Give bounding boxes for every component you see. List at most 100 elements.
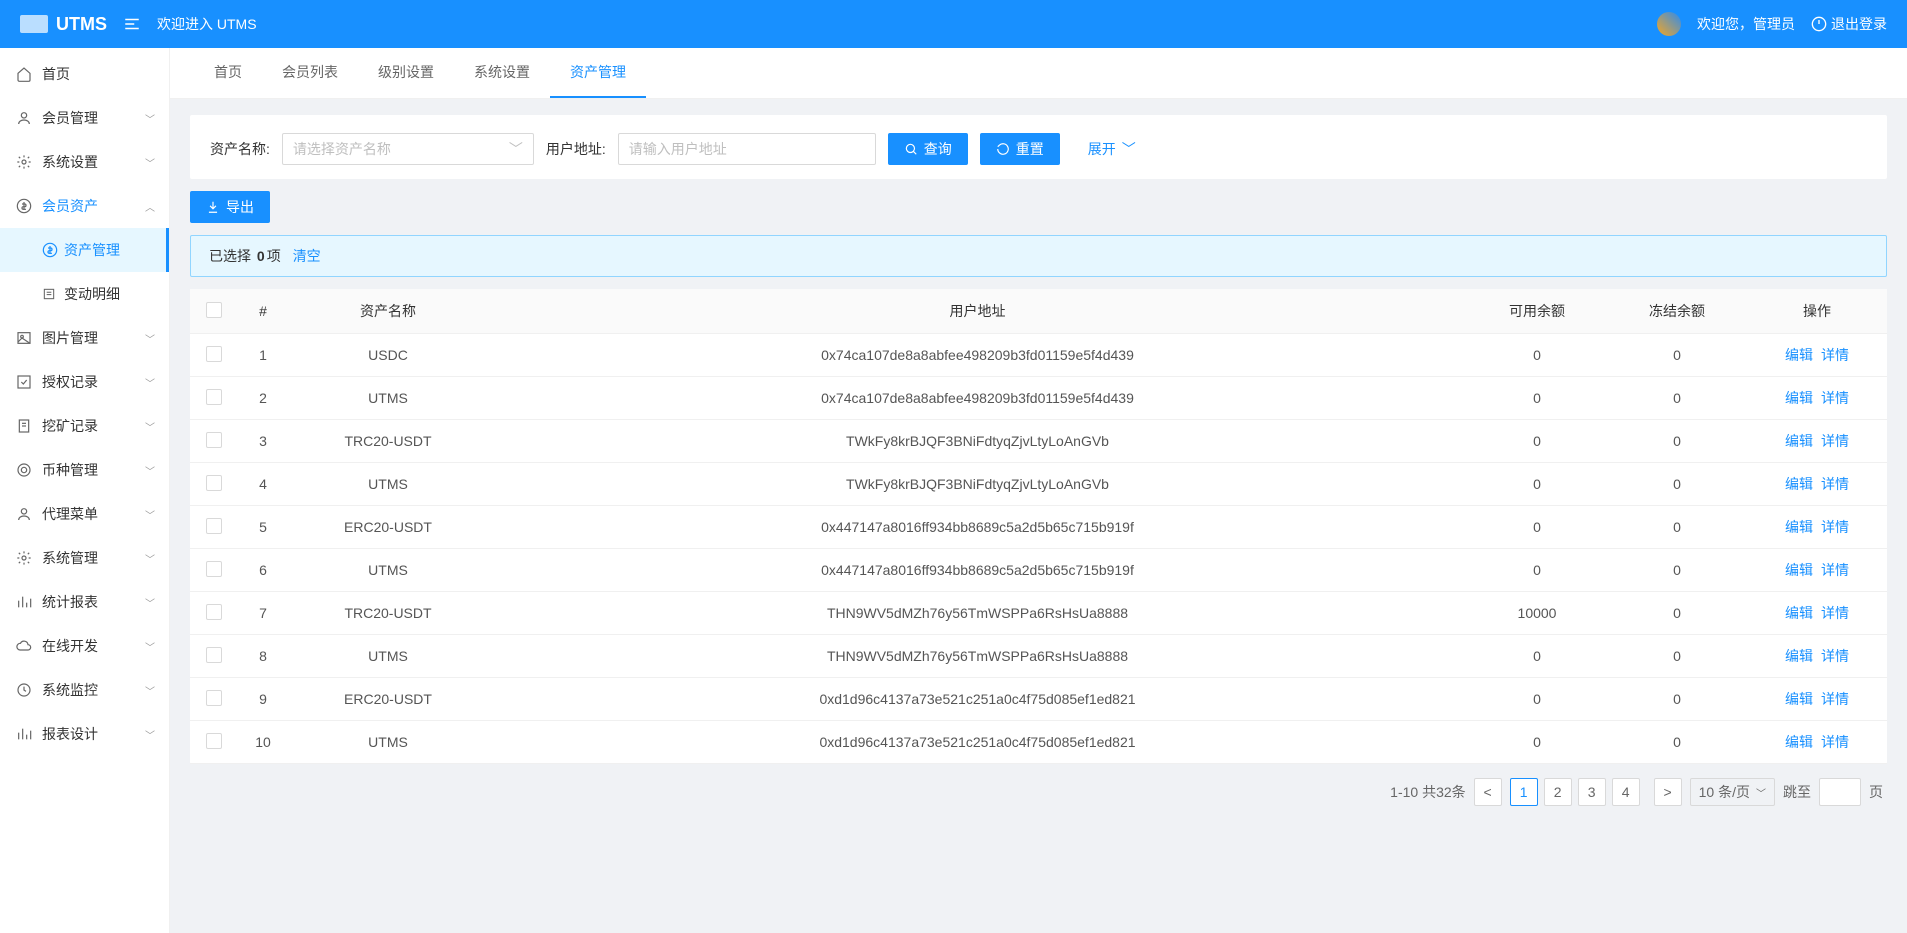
tab-会员列表[interactable]: 会员列表 [262, 48, 358, 98]
jump-page-input[interactable] [1819, 778, 1861, 806]
reset-label: 重置 [1016, 139, 1044, 159]
prev-page-button[interactable]: < [1474, 778, 1502, 806]
sidebar-sublabel: 变动明细 [64, 284, 120, 304]
chevron-down-icon: ﹀ [145, 111, 155, 126]
data-table: #资产名称用户地址可用余额冻结余额操作 1USDC0x74ca107de8a8a… [190, 289, 1887, 764]
row-checkbox[interactable] [206, 690, 222, 706]
user-addr-input[interactable]: 请输入用户地址 [618, 133, 876, 165]
sidebar-label: 统计报表 [42, 592, 98, 612]
clear-selection-button[interactable]: 清空 [293, 246, 321, 266]
logo-icon [20, 15, 48, 33]
export-button[interactable]: 导出 [190, 191, 270, 223]
detail-link[interactable]: 详情 [1821, 605, 1849, 621]
chart-icon [16, 726, 32, 742]
page-2-button[interactable]: 2 [1544, 778, 1572, 806]
detail-link[interactable]: 详情 [1821, 347, 1849, 363]
sidebar-item-授权记录[interactable]: 授权记录﹀ [0, 360, 169, 404]
gear-icon [16, 550, 32, 566]
tab-资产管理[interactable]: 资产管理 [550, 48, 646, 98]
cell-idx: 6 [238, 549, 288, 592]
sidebar-subitem-资产管理[interactable]: 资产管理 [0, 228, 169, 272]
edit-link[interactable]: 编辑 [1785, 734, 1813, 750]
cell-frozen: 0 [1607, 377, 1747, 420]
user-addr-placeholder: 请输入用户地址 [629, 139, 727, 159]
cell-user-addr: 0x447147a8016ff934bb8689c5a2d5b65c715b91… [488, 506, 1467, 549]
tab-首页[interactable]: 首页 [194, 48, 262, 98]
sidebar-item-在线开发[interactable]: 在线开发﹀ [0, 624, 169, 668]
page-4-button[interactable]: 4 [1612, 778, 1640, 806]
row-checkbox[interactable] [206, 346, 222, 362]
sidebar-label: 系统管理 [42, 548, 98, 568]
sidebar-item-会员资产[interactable]: 会员资产︿ [0, 184, 169, 228]
sidebar-item-首页[interactable]: 首页 [0, 52, 169, 96]
sidebar-item-挖矿记录[interactable]: 挖矿记录﹀ [0, 404, 169, 448]
logout-label: 退出登录 [1831, 14, 1887, 34]
edit-link[interactable]: 编辑 [1785, 433, 1813, 449]
pagination: 1-10 共32条 < 1234 > 10 条/页﹀ 跳至 页 [190, 764, 1887, 820]
row-checkbox[interactable] [206, 604, 222, 620]
cell-available: 0 [1467, 420, 1607, 463]
row-checkbox[interactable] [206, 733, 222, 749]
tab-级别设置[interactable]: 级别设置 [358, 48, 454, 98]
cell-idx: 10 [238, 721, 288, 764]
row-checkbox[interactable] [206, 647, 222, 663]
sidebar-item-统计报表[interactable]: 统计报表﹀ [0, 580, 169, 624]
dollar-icon [16, 198, 32, 214]
table-row: 2UTMS0x74ca107de8a8abfee498209b3fd01159e… [190, 377, 1887, 420]
sidebar-label: 币种管理 [42, 460, 98, 480]
tab-系统设置[interactable]: 系统设置 [454, 48, 550, 98]
edit-link[interactable]: 编辑 [1785, 605, 1813, 621]
detail-link[interactable]: 详情 [1821, 433, 1849, 449]
row-checkbox[interactable] [206, 389, 222, 405]
search-button[interactable]: 查询 [888, 133, 968, 165]
detail-link[interactable]: 详情 [1821, 691, 1849, 707]
sidebar-item-系统设置[interactable]: 系统设置﹀ [0, 140, 169, 184]
row-checkbox[interactable] [206, 432, 222, 448]
detail-link[interactable]: 详情 [1821, 648, 1849, 664]
avatar[interactable] [1657, 12, 1681, 36]
edit-link[interactable]: 编辑 [1785, 390, 1813, 406]
chevron-down-icon: ﹀ [145, 639, 155, 654]
edit-link[interactable]: 编辑 [1785, 476, 1813, 492]
logout-button[interactable]: 退出登录 [1811, 14, 1887, 34]
sidebar-label: 报表设计 [42, 724, 98, 744]
edit-link[interactable]: 编辑 [1785, 347, 1813, 363]
edit-link[interactable]: 编辑 [1785, 691, 1813, 707]
page-3-button[interactable]: 3 [1578, 778, 1606, 806]
cell-user-addr: TWkFy8krBJQF3BNiFdtyqZjvLtyLoAnGVb [488, 420, 1467, 463]
detail-link[interactable]: 详情 [1821, 476, 1849, 492]
reset-button[interactable]: 重置 [980, 133, 1060, 165]
select-all-checkbox[interactable] [206, 302, 222, 318]
sidebar-collapse-icon[interactable] [123, 15, 141, 33]
brand-text: UTMS [56, 14, 107, 35]
sidebar-item-系统监控[interactable]: 系统监控﹀ [0, 668, 169, 712]
cell-available: 0 [1467, 334, 1607, 377]
sidebar-item-币种管理[interactable]: 币种管理﹀ [0, 448, 169, 492]
next-page-button[interactable]: > [1654, 778, 1682, 806]
detail-link[interactable]: 详情 [1821, 734, 1849, 750]
expand-button[interactable]: 展开 ﹀ [1072, 133, 1152, 165]
sidebar-item-代理菜单[interactable]: 代理菜单﹀ [0, 492, 169, 536]
edit-link[interactable]: 编辑 [1785, 519, 1813, 535]
page-size-select[interactable]: 10 条/页﹀ [1690, 778, 1775, 806]
cell-frozen: 0 [1607, 678, 1747, 721]
sidebar-item-图片管理[interactable]: 图片管理﹀ [0, 316, 169, 360]
sidebar-item-报表设计[interactable]: 报表设计﹀ [0, 712, 169, 756]
selection-alert: 已选择 0项 清空 [190, 235, 1887, 277]
page-1-button[interactable]: 1 [1510, 778, 1538, 806]
row-checkbox[interactable] [206, 475, 222, 491]
detail-link[interactable]: 详情 [1821, 390, 1849, 406]
chevron-down-icon: ﹀ [145, 419, 155, 434]
detail-link[interactable]: 详情 [1821, 519, 1849, 535]
cell-frozen: 0 [1607, 635, 1747, 678]
sidebar-item-会员管理[interactable]: 会员管理﹀ [0, 96, 169, 140]
edit-link[interactable]: 编辑 [1785, 648, 1813, 664]
row-checkbox[interactable] [206, 518, 222, 534]
sidebar-subitem-变动明细[interactable]: 变动明细 [0, 272, 169, 316]
edit-link[interactable]: 编辑 [1785, 562, 1813, 578]
row-checkbox[interactable] [206, 561, 222, 577]
sidebar-item-系统管理[interactable]: 系统管理﹀ [0, 536, 169, 580]
detail-link[interactable]: 详情 [1821, 562, 1849, 578]
asset-name-placeholder: 请选择资产名称 [293, 139, 391, 159]
asset-name-select[interactable]: 请选择资产名称 ﹀ [282, 133, 534, 165]
